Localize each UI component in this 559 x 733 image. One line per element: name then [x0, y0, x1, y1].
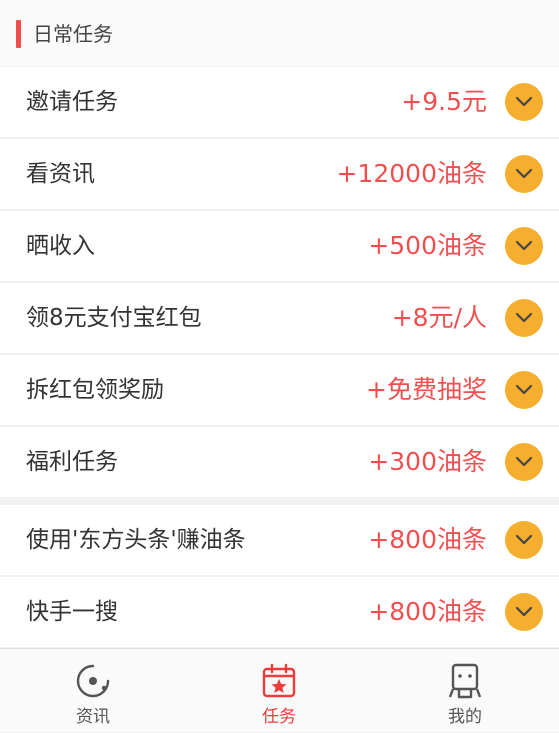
task-label: 领8元支付宝红包: [26, 305, 202, 331]
tab-label: 我的: [448, 707, 482, 727]
chevron-down-icon[interactable]: [505, 227, 543, 265]
task-reward: +800油条: [368, 525, 487, 554]
task-reward: +9.5元: [401, 87, 487, 116]
chevron-down-icon[interactable]: [505, 299, 543, 337]
chevron-down-icon[interactable]: [505, 443, 543, 481]
tab-tasks[interactable]: 任务: [186, 649, 372, 733]
task-row-welfare[interactable]: 福利任务 +300油条: [0, 427, 559, 497]
task-reward: +300油条: [368, 447, 487, 476]
tab-profile[interactable]: 我的: [372, 649, 558, 733]
task-list: 邀请任务 +9.5元 看资讯 +12000油条 晒收入 +500油条 领8元支付…: [0, 67, 559, 649]
chevron-down-icon[interactable]: [505, 83, 543, 121]
task-row-kuaishou-search[interactable]: 快手一搜 +800油条: [0, 577, 559, 647]
section-title: 日常任务: [33, 22, 113, 46]
task-reward: +800油条: [368, 597, 487, 626]
task-label: 看资讯: [26, 161, 95, 187]
section-accent-bar: [16, 20, 21, 48]
task-reward: +500油条: [368, 231, 487, 260]
task-label: 快手一搜: [26, 599, 118, 625]
task-label: 使用'东方头条'赚油条: [26, 527, 246, 553]
task-row-use-app[interactable]: 使用'东方头条'赚油条 +800油条: [0, 505, 559, 575]
calendar-star-icon: [261, 663, 297, 699]
task-row-read-news[interactable]: 看资讯 +12000油条: [0, 139, 559, 209]
chevron-down-icon[interactable]: [505, 371, 543, 409]
tab-news[interactable]: 资讯: [0, 649, 186, 733]
task-label: 拆红包领奖励: [26, 377, 164, 403]
task-row-invite[interactable]: 邀请任务 +9.5元: [0, 67, 559, 137]
task-reward: +免费抽奖: [366, 375, 487, 404]
chevron-down-icon[interactable]: [505, 155, 543, 193]
task-row-open-red-packet[interactable]: 拆红包领奖励 +免费抽奖: [0, 355, 559, 425]
task-reward: +12000油条: [336, 159, 487, 188]
task-label: 福利任务: [26, 449, 118, 475]
task-reward: +8元/人: [391, 303, 487, 332]
tab-label: 任务: [262, 707, 296, 727]
section-header: 日常任务: [0, 0, 559, 66]
task-label: 晒收入: [26, 233, 95, 259]
task-row-alipay-red-packet[interactable]: 领8元支付宝红包 +8元/人: [0, 283, 559, 353]
chevron-down-icon[interactable]: [505, 521, 543, 559]
task-row-share-income[interactable]: 晒收入 +500油条: [0, 211, 559, 281]
chevron-down-icon[interactable]: [505, 593, 543, 631]
task-label: 邀请任务: [26, 89, 118, 115]
tab-label: 资讯: [76, 707, 110, 727]
bottom-tab-bar: 资讯 任务 我的: [0, 648, 559, 732]
profile-icon: [447, 663, 483, 699]
news-icon: [75, 663, 111, 699]
